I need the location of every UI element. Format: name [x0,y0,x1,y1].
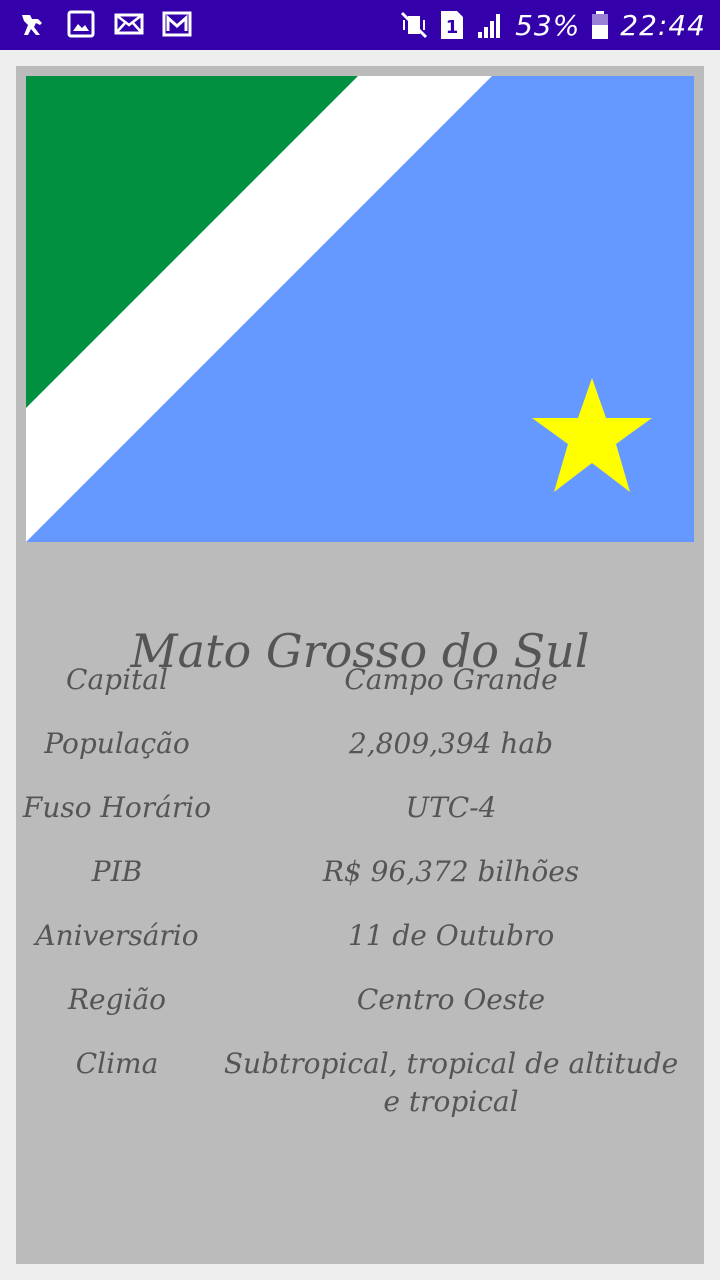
info-row-pib: PIB R$ 96,372 bilhões [16,853,704,913]
info-value: Centro Oeste [356,983,546,1016]
state-card: Mato Grosso do Sul Capital Campo Grande … [16,66,704,1264]
info-value-line: Subtropical, tropical de altitude [223,1047,679,1080]
info-value: 2,809,394 hab [348,727,554,760]
state-flag [26,76,694,542]
info-value: UTC-4 [405,791,497,824]
sim-1-icon: 1 [441,11,464,39]
battery-icon [592,11,609,39]
info-value: Campo Grande [344,663,558,696]
status-bar: 1 53% 22:44 [0,0,720,50]
info-value-line: e tropical [383,1085,519,1118]
info-label: Clima [75,1047,159,1080]
info-label: Capital [66,663,168,696]
info-row-fuso-horario: Fuso Horário UTC-4 [16,789,704,849]
info-row-aniversario: Aniversário 11 de Outubro [16,917,704,977]
info-value: R$ 96,372 bilhões [322,855,580,888]
gmail-icon [162,11,192,37]
info-label: Fuso Horário [22,791,212,824]
notification-icons [18,9,192,39]
info-label: Aniversário [35,919,199,952]
info-value: 11 de Outubro [347,919,555,952]
image-icon [67,10,95,38]
info-row-populacao: População 2,809,394 hab [16,725,704,785]
info-value: Subtropical, tropical de altitude e trop… [218,1045,684,1121]
info-label: População [44,727,190,760]
info-label: PIB [91,855,143,888]
info-row-regiao: Região Centro Oeste [16,981,704,1041]
system-status: 1 53% 22:44 [399,6,706,44]
info-row-clima: Clima Subtropical, tropical de altitude … [16,1045,704,1145]
info-label: Região [67,983,167,1016]
svg-text:1: 1 [446,17,459,38]
battery-percent: 53% [515,8,581,42]
vibrate-mute-icon [401,11,428,39]
signal-icon [478,14,501,38]
clock: 22:44 [620,8,706,42]
assistant-icon [22,15,42,35]
mail-icon [114,13,144,35]
info-row-capital: Capital Campo Grande [16,661,704,721]
